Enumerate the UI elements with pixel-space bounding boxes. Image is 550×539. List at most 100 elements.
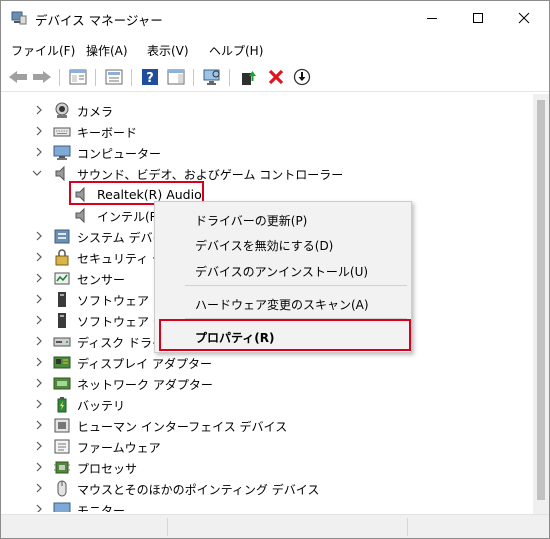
hid-icon (54, 418, 70, 433)
chevron-right-icon (36, 336, 42, 346)
uninstall-button[interactable] (265, 67, 287, 87)
menu-item-label: デバイスのアンインストール(U) (195, 265, 369, 279)
toolbar-separator (229, 69, 230, 86)
chevron-right-icon (36, 357, 42, 367)
tree-item-keyboard[interactable]: キーボード (1, 121, 533, 142)
mouse-icon (57, 480, 67, 497)
device-manager-window: デバイス マネージャー ファイル(F) 操作(A) 表示(V) ヘルプ(H) ?… (0, 0, 550, 539)
tree-item-label: バッテリ (77, 399, 126, 413)
tree-item-network-adapters[interactable]: ネットワーク アダプター (1, 373, 533, 394)
speaker-icon (55, 165, 65, 182)
disable-device-button[interactable] (291, 67, 313, 87)
chevron-right-icon (36, 399, 42, 409)
battery-icon (57, 397, 67, 413)
maximize-button[interactable] (455, 1, 501, 35)
disk-drive-icon (53, 337, 71, 347)
status-divider (167, 518, 168, 536)
back-arrow-icon (9, 71, 27, 83)
tree-item-monitors[interactable]: モニター (1, 499, 533, 512)
action-pane-button[interactable] (165, 67, 187, 87)
tree-item-label: センサー (77, 273, 126, 287)
firmware-icon (54, 439, 70, 454)
tree-item-batteries[interactable]: バッテリ (1, 394, 533, 415)
chevron-right-icon (36, 420, 42, 430)
tree-item-label: インテル(R) (97, 210, 163, 224)
tree-item-label: ディスプレイ アダプター (77, 357, 212, 371)
chevron-right-icon (36, 315, 42, 325)
close-button[interactable] (501, 1, 547, 35)
toolbar-separator (59, 69, 60, 86)
chevron-right-icon (36, 273, 42, 283)
network-adapter-icon (53, 377, 71, 390)
minimize-icon (427, 18, 437, 19)
highlight-box-properties (159, 319, 411, 351)
tree-item-hid[interactable]: ヒューマン インターフェイス デバイス (1, 415, 533, 436)
title-bar: デバイス マネージャー (1, 1, 549, 35)
tree-item-label: キーボード (77, 126, 138, 140)
menu-help[interactable]: ヘルプ(H) (209, 42, 263, 59)
update-driver-button[interactable] (237, 67, 259, 87)
tree-item-label: カメラ (77, 105, 114, 119)
minimize-button[interactable] (409, 1, 455, 35)
menu-item-update-driver[interactable]: ドライバーの更新(P) (155, 207, 411, 231)
chevron-right-icon (36, 105, 42, 115)
sensor-icon (54, 272, 70, 285)
system-device-icon (54, 229, 70, 244)
tree-item-label: コンピューター (77, 147, 162, 161)
tree-item-camera[interactable]: カメラ (1, 100, 533, 121)
security-device-icon (55, 249, 69, 266)
scan-hardware-button[interactable] (201, 67, 223, 87)
status-divider (407, 518, 408, 536)
menu-view[interactable]: 表示(V) (147, 42, 189, 59)
properties-button[interactable] (103, 67, 125, 87)
tree-item-firmware[interactable]: ファームウェア (1, 436, 533, 457)
chevron-right-icon (36, 294, 42, 304)
download-circle-icon (293, 68, 311, 86)
menu-file[interactable]: ファイル(F) (11, 42, 75, 59)
toolbar-separator (131, 69, 132, 86)
tree-item-label: ヒューマン インターフェイス デバイス (77, 420, 288, 434)
tree-item-label: ネットワーク アダプター (77, 378, 213, 392)
tree-item-label: ファームウェア (77, 441, 161, 455)
chevron-right-icon (36, 441, 42, 451)
show-hide-tree-icon (69, 69, 87, 85)
window-title: デバイス マネージャー (35, 13, 163, 28)
camera-icon (55, 102, 69, 118)
menu-action[interactable]: 操作(A) (86, 42, 128, 59)
back-button[interactable] (7, 67, 29, 87)
show-hide-tree-button[interactable] (67, 67, 89, 87)
menu-item-uninstall-device[interactable]: デバイスのアンインストール(U) (155, 258, 411, 282)
toolbar-separator (193, 69, 194, 86)
close-icon (518, 12, 530, 24)
update-driver-icon (242, 71, 256, 85)
properties-sheet-icon (105, 69, 123, 85)
tree-item-computer[interactable]: コンピューター (1, 142, 533, 163)
chevron-right-icon (36, 378, 42, 388)
processor-icon (54, 461, 70, 474)
tree-item-label: モニター (77, 504, 126, 512)
chevron-right-icon (36, 147, 42, 157)
menu-bar: ファイル(F) 操作(A) 表示(V) ヘルプ(H) (1, 38, 549, 60)
forward-button[interactable] (31, 67, 53, 87)
monitor-scan-icon (203, 69, 220, 85)
status-bar (1, 514, 549, 538)
menu-item-label: ハードウェア変更のスキャン(A) (195, 298, 369, 312)
vertical-scrollbar[interactable] (533, 94, 549, 514)
maximize-icon (473, 13, 483, 23)
tree-item-processors[interactable]: プロセッサ (1, 457, 533, 478)
uninstall-x-icon (268, 69, 284, 85)
help-button[interactable]: ? (139, 67, 161, 87)
svg-text:?: ? (146, 71, 154, 86)
toolbar-separator (95, 69, 96, 86)
software-component-icon (58, 292, 66, 307)
display-adapter-icon (53, 356, 71, 369)
chevron-right-icon (36, 231, 42, 241)
menu-item-label: デバイスを無効にする(D) (195, 239, 334, 253)
menu-item-scan-hardware[interactable]: ハードウェア変更のスキャン(A) (155, 291, 411, 315)
tree-item-display-adapters[interactable]: ディスプレイ アダプター (1, 352, 533, 373)
tree-item-mice[interactable]: マウスとそのほかのポインティング デバイス (1, 478, 533, 499)
menu-item-disable-device[interactable]: デバイスを無効にする(D) (155, 232, 411, 256)
device-manager-app-icon (11, 11, 27, 25)
tree-item-label: マウスとそのほかのポインティング デバイス (77, 483, 320, 497)
scrollbar-thumb[interactable] (537, 100, 545, 500)
